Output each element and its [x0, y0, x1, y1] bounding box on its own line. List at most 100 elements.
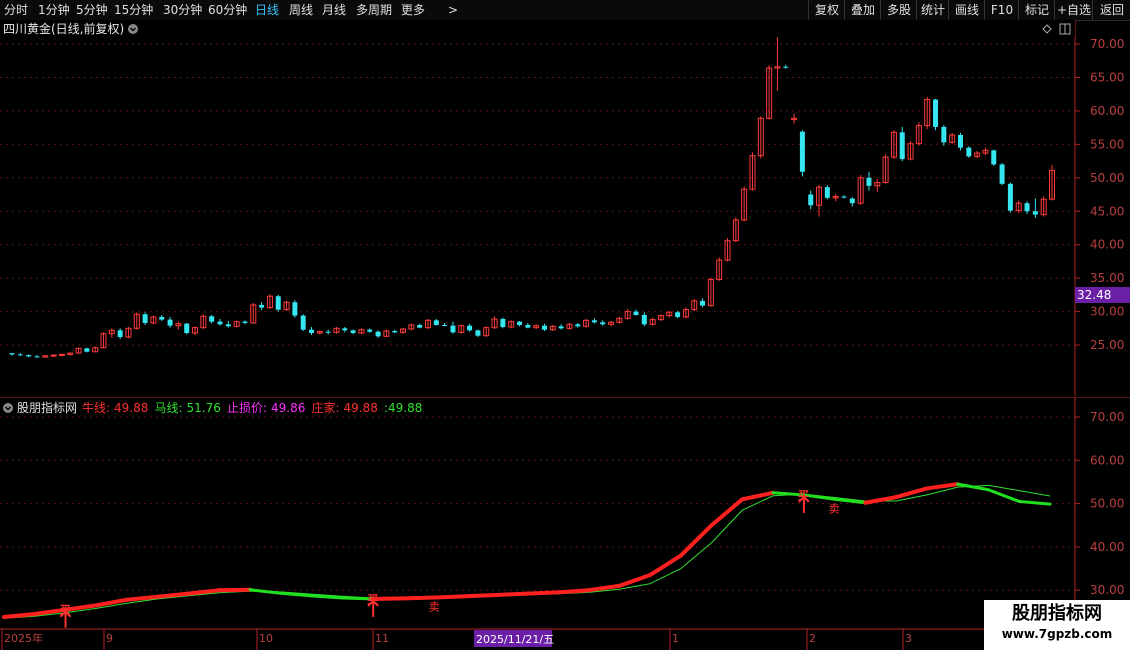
bull-line-segment: [863, 495, 899, 505]
candle-body: [159, 316, 165, 320]
chevron-down-icon[interactable]: [128, 24, 138, 34]
candle-body: [392, 331, 398, 333]
indicator-y-tick-label: 70.00: [1090, 410, 1124, 424]
bull-line-segment: [648, 553, 683, 578]
toolbar-button-5[interactable]: F10: [984, 0, 1019, 20]
bull-line-segment: [525, 590, 560, 596]
x-axis-label: 2025年: [4, 631, 43, 645]
indicator-name: 股朋指标网: [17, 400, 77, 415]
candle-body: [275, 296, 281, 310]
main-chart-title: 四川黄金(日线,前复权): [3, 21, 124, 36]
bull-line-segment: [678, 523, 714, 558]
toolbar-button-1[interactable]: 叠加: [844, 0, 881, 20]
candle-body: [34, 356, 40, 358]
candle-body: [1007, 183, 1013, 211]
candlestick-chart[interactable]: 25.00 30.00 35.00 40.00 45.00 50.00 55.00 60.00…: [0, 20, 1130, 396]
indicator-y-tick-label: 30.00: [1090, 583, 1124, 597]
bull-line-segment: [494, 591, 529, 597]
indicator-item-value: 51.76: [187, 401, 221, 415]
watermark-url: www.7gpzb.com: [1001, 627, 1113, 641]
indicator-item-label: 牛线:: [82, 400, 110, 415]
bull-line-segment: [401, 595, 437, 601]
indicator-y-tick-label: 50.00: [1090, 497, 1124, 511]
indicator-item-value: 49.86: [271, 401, 305, 415]
candle-body: [84, 348, 90, 352]
candle-body: [300, 315, 306, 330]
candle-body: [966, 147, 972, 157]
x-axis-label: 10: [259, 632, 273, 645]
indicator-item-label: 止损价:: [227, 401, 267, 415]
candle-body: [309, 329, 315, 334]
indicator-item-value: 49.88: [388, 401, 422, 415]
candle-body: [475, 330, 481, 336]
candle-body: [591, 320, 597, 323]
period-tab-10[interactable]: 更多: [401, 1, 425, 19]
x-axis-label: 1: [672, 632, 679, 645]
main-y-tick-label: 25.00: [1090, 338, 1124, 352]
indicator-chevron-icon[interactable]: [3, 403, 13, 413]
sell-mark: 卖: [429, 601, 440, 614]
candle-body: [866, 177, 872, 186]
sell-mark: 卖: [829, 502, 840, 515]
candle-body: [117, 330, 123, 338]
x-axis-label: 3: [905, 632, 912, 645]
indicator-chart[interactable]: 买买买卖卖 30.0040.0050.0060.0070.00 股朋指标网 牛线:…: [0, 397, 1130, 650]
site-watermark: 股朋指标网 www.7gpzb.com: [984, 600, 1130, 650]
main-y-tick-label: 35.00: [1090, 271, 1124, 285]
period-tab-3[interactable]: 15分钟: [114, 1, 153, 19]
candle-body: [342, 328, 348, 331]
period-tab-2[interactable]: 5分钟: [76, 1, 108, 19]
candle-body: [941, 126, 947, 143]
candle-body: [641, 314, 647, 325]
candle-body: [292, 302, 298, 316]
period-tab-7[interactable]: 周线: [289, 1, 313, 19]
candle-body: [808, 194, 814, 206]
x-axis-label: 9: [106, 632, 113, 645]
candle-body: [9, 353, 15, 355]
toolbar-button-7[interactable]: +自选: [1054, 0, 1093, 20]
toolbar-button-4[interactable]: 画线: [948, 0, 985, 20]
candle-body: [17, 354, 23, 356]
candle-body: [933, 99, 939, 127]
toolbar-button-2[interactable]: 多股: [880, 0, 917, 20]
candle-body: [500, 318, 506, 327]
candle-body: [242, 321, 248, 323]
main-y-tick-label: 40.00: [1090, 238, 1124, 252]
candle-body: [50, 354, 57, 357]
indicator-item-value: 49.88: [344, 401, 378, 415]
main-y-tick-label: 30.00: [1090, 305, 1124, 319]
toolbar-button-0[interactable]: 复权: [808, 0, 845, 20]
period-tab-4[interactable]: 30分钟: [163, 1, 202, 19]
candle-body: [225, 324, 231, 327]
period-tab-6[interactable]: 日线: [255, 1, 279, 19]
bull-line-segment: [555, 588, 591, 595]
candle-body: [433, 320, 439, 325]
candle-body: [209, 316, 215, 322]
indicator-item-label: 马线:: [155, 401, 183, 415]
candle-body: [217, 321, 223, 325]
candle-body: [450, 325, 456, 333]
buy-mark: 买: [798, 489, 809, 502]
toolbar-button-6[interactable]: 标记: [1018, 0, 1055, 20]
period-tab-9[interactable]: 多周期: [356, 1, 392, 19]
more-arrow-icon[interactable]: >: [448, 1, 458, 19]
candle-body: [325, 331, 331, 333]
candle-body: [841, 196, 847, 198]
bull-line-segment: [432, 594, 468, 600]
period-tab-5[interactable]: 60分钟: [208, 1, 247, 19]
toolbar-button-8[interactable]: 返回: [1092, 0, 1130, 20]
candle-body: [675, 312, 681, 317]
date-cursor-label: 2025/11/21/五: [476, 633, 554, 646]
toolbar-button-3[interactable]: 统计: [916, 0, 949, 20]
period-tab-1[interactable]: 1分钟: [38, 1, 70, 19]
candle-body: [541, 325, 547, 330]
watermark-title: 股朋指标网: [1012, 603, 1102, 624]
period-toolbar: 分时 1分钟 5分钟 15分钟 30分钟 60分钟 日线 周线 月线 多周期 更多 > 复权 叠加 多股 统计…: [0, 0, 1130, 21]
period-tab-8[interactable]: 月线: [322, 1, 346, 19]
candle-body: [259, 304, 265, 308]
candle-body: [700, 300, 706, 306]
candle-body: [957, 134, 963, 148]
main-y-tick-label: 50.00: [1090, 171, 1124, 185]
candle-body: [1032, 211, 1038, 215]
period-tab-0[interactable]: 分时: [4, 1, 28, 19]
